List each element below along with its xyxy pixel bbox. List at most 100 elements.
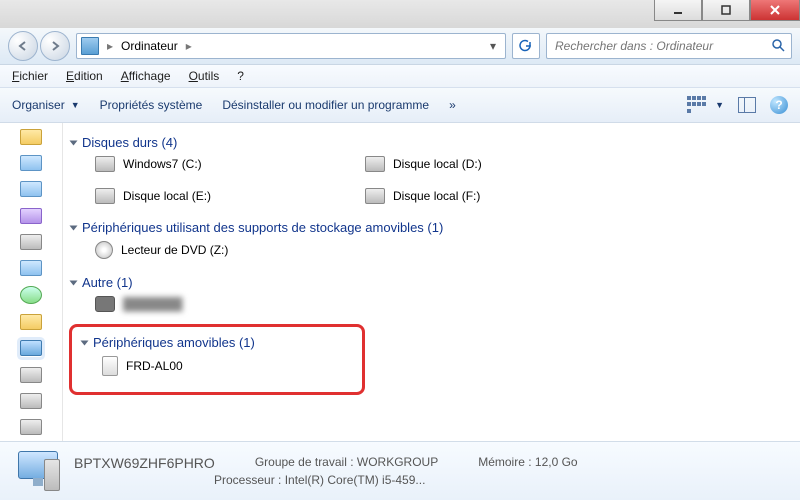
dvd-icon — [95, 241, 113, 259]
toolbar-overflow-button[interactable]: » — [449, 98, 456, 112]
group-removable-devices-highlight: Périphériques amovibles (1) FRD-AL00 — [69, 324, 365, 395]
folder-icon — [20, 129, 42, 145]
drive-icon — [20, 419, 42, 435]
breadcrumb-root[interactable]: Ordinateur — [121, 39, 178, 53]
menu-help[interactable]: ? — [237, 69, 244, 83]
menu-tools[interactable]: OutilsOutils — [189, 69, 220, 83]
group-title: Périphériques amovibles (1) — [93, 335, 255, 350]
device-icon — [102, 356, 118, 376]
hard-drive-icon — [365, 156, 385, 172]
preview-pane-button[interactable] — [738, 97, 756, 113]
search-icon[interactable] — [771, 38, 785, 55]
collapse-icon — [70, 280, 78, 285]
sidebar-item[interactable] — [20, 155, 42, 171]
breadcrumb-separator-icon: ▸ — [184, 39, 194, 53]
search-box[interactable] — [546, 33, 792, 59]
nav-tree[interactable] — [0, 123, 63, 441]
arrow-right-icon — [49, 40, 61, 52]
help-button[interactable]: ? — [770, 96, 788, 114]
drive-icon — [20, 234, 42, 250]
folder-icon — [20, 314, 42, 330]
chevron-down-icon: ▼ — [71, 100, 80, 110]
group-title: Disques durs (4) — [82, 135, 177, 150]
collapse-icon — [70, 140, 78, 145]
group-title: Périphériques utilisant des supports de … — [82, 220, 443, 235]
system-properties-button[interactable]: Propriétés système — [100, 98, 203, 112]
organize-button[interactable]: Organiser▼ — [12, 98, 80, 112]
close-button[interactable] — [750, 0, 800, 21]
sidebar-item[interactable] — [20, 393, 42, 409]
drive-item[interactable]: Disque local (F:) — [365, 186, 535, 206]
sidebar-item[interactable] — [20, 286, 42, 304]
menu-view[interactable]: AffichageAffichage — [121, 69, 171, 83]
group-header[interactable]: Disques durs (4) — [69, 131, 788, 154]
sidebar-item-computer[interactable] — [20, 340, 42, 356]
group-other: Autre (1) ███████ — [69, 271, 788, 320]
address-bar[interactable]: ▸ Ordinateur ▸ ▾ — [76, 33, 506, 59]
explorer-window: ▸ Ordinateur ▸ ▾ FFichierichier EditionE… — [0, 0, 800, 500]
chevron-down-icon: ▼ — [715, 100, 724, 110]
group-header[interactable]: Périphériques utilisant des supports de … — [69, 216, 788, 239]
removable-device-item[interactable]: FRD-AL00 — [102, 354, 272, 378]
item-label: Disque local (F:) — [393, 189, 480, 203]
uninstall-program-button[interactable]: Désinstaller ou modifier un programme — [222, 98, 429, 112]
forward-button[interactable] — [40, 31, 70, 61]
maximize-button[interactable] — [702, 0, 750, 21]
body: Disques durs (4) Windows7 (C:) Disque lo… — [0, 123, 800, 441]
breadcrumb-separator-icon: ▸ — [105, 39, 115, 53]
computer-icon — [20, 340, 42, 356]
drive-item[interactable]: Windows7 (C:) — [95, 154, 265, 174]
item-label: Lecteur de DVD (Z:) — [121, 243, 228, 257]
details-pane: BPTXW69ZHF6PHRO Groupe de travail : WORK… — [0, 441, 800, 500]
menu-file[interactable]: FFichierichier — [12, 69, 48, 83]
other-device-item[interactable]: ███████ — [95, 294, 265, 314]
sidebar-item[interactable] — [20, 260, 42, 276]
item-label: Windows7 (C:) — [123, 157, 202, 171]
collapse-icon — [81, 340, 89, 345]
processor-field: Processeur : Intel(R) Core(TM) i5-459... — [214, 473, 425, 487]
pictures-icon — [20, 260, 42, 276]
computer-icon — [81, 37, 99, 55]
search-input[interactable] — [553, 38, 771, 54]
drive-item[interactable]: Disque local (E:) — [95, 186, 265, 206]
group-header[interactable]: Périphériques amovibles (1) — [82, 331, 352, 354]
sidebar-item[interactable] — [20, 181, 42, 197]
arrow-left-icon — [17, 40, 29, 52]
command-bar: Organiser▼ Propriétés système Désinstall… — [0, 88, 800, 123]
minimize-button[interactable] — [654, 0, 702, 21]
group-removable-storage: Périphériques utilisant des supports de … — [69, 216, 788, 267]
hard-drive-icon — [95, 156, 115, 172]
computer-large-icon — [14, 451, 60, 491]
item-label: ███████ — [123, 297, 183, 311]
menu-bar: FFichierichier EditionEdition AffichageA… — [0, 65, 800, 88]
window-titlebar — [0, 0, 800, 28]
network-icon — [20, 286, 42, 304]
drive-item[interactable]: Disque local (D:) — [365, 154, 535, 174]
sidebar-item-favorites[interactable] — [20, 129, 42, 145]
view-options-button[interactable]: ▼ — [687, 96, 724, 114]
group-header[interactable]: Autre (1) — [69, 271, 788, 294]
pictures-icon — [20, 181, 42, 197]
sidebar-item[interactable] — [20, 234, 42, 250]
back-button[interactable] — [8, 31, 38, 61]
sidebar-item[interactable] — [20, 419, 42, 435]
drive-icon — [20, 393, 42, 409]
menu-edit[interactable]: EditionEdition — [66, 69, 103, 83]
refresh-button[interactable] — [512, 33, 540, 59]
collapse-icon — [70, 225, 78, 230]
sidebar-item[interactable] — [20, 314, 42, 330]
refresh-icon — [519, 39, 533, 53]
address-dropdown-icon[interactable]: ▾ — [485, 39, 501, 53]
hard-drive-icon — [365, 188, 385, 204]
webcam-icon — [95, 296, 115, 312]
group-title: Autre (1) — [82, 275, 133, 290]
workgroup-field: Groupe de travail : WORKGROUP — [255, 455, 438, 471]
item-label: FRD-AL00 — [126, 359, 183, 373]
drive-icon — [20, 367, 42, 383]
nav-bar: ▸ Ordinateur ▸ ▾ — [0, 28, 800, 65]
dvd-drive-item[interactable]: Lecteur de DVD (Z:) — [95, 239, 265, 261]
computer-name: BPTXW69ZHF6PHRO — [74, 455, 215, 471]
sidebar-item[interactable] — [20, 367, 42, 383]
item-label: Disque local (E:) — [123, 189, 211, 203]
sidebar-item[interactable] — [20, 208, 42, 224]
